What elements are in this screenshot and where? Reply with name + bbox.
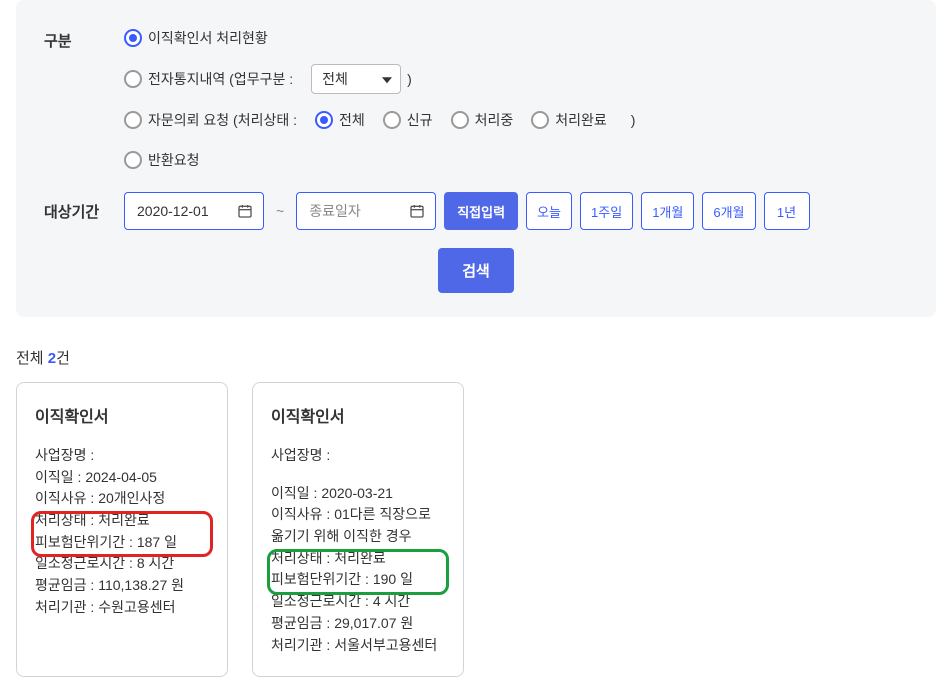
direct-input-button[interactable]: 직접입력	[444, 192, 518, 230]
select-value: 전체	[322, 69, 348, 89]
radio-icon	[383, 111, 401, 129]
preset-6month[interactable]: 6개월	[702, 192, 755, 230]
gubun-content: 이직확인서 처리현황 전자통지내역 (업무구분 : 전체 ) 자문의뢰 요청 (…	[124, 24, 908, 174]
radio-electronic-notice[interactable]: 전자통지내역 (업무구분 :	[124, 69, 293, 89]
status-line: 처리상태 : 처리완료	[271, 548, 445, 570]
leave-date-line: 이직일 : 2024-04-05	[35, 467, 209, 489]
status-sub-radios: 전체 신규 처리중 처리완료 )	[315, 110, 635, 130]
radio-line-3: 자문의뢰 요청 (처리상태 : 전체 신규 처리중	[124, 106, 908, 134]
avg-line: 평균임금 : 110,138.27 원	[35, 575, 209, 597]
end-date-input[interactable]: 종료일자	[296, 192, 436, 230]
date-controls: 2020-12-01 ~ 종료일자 직접입력 오늘 1주일 1개월 6개월 1년	[124, 192, 810, 230]
reason-line: 이직사유 : 20개인사정	[35, 488, 209, 510]
radio-text: 전체	[339, 110, 365, 130]
radio-text: 자문의뢰 요청 (처리상태 :	[148, 110, 297, 130]
status-done[interactable]: 처리완료	[531, 110, 607, 130]
card-title: 이직확인서	[35, 403, 209, 427]
insured-line: 피보험단위기간 : 190 일	[271, 569, 445, 591]
tilde: ~	[276, 203, 284, 219]
search-button[interactable]: 검색	[438, 248, 514, 293]
result-header: 전체 2건	[16, 347, 936, 368]
hours-line: 일소정근로시간 : 4 시간	[271, 591, 445, 613]
radio-line-1: 이직확인서 처리현황	[124, 24, 908, 52]
hours-line: 일소정근로시간 : 8 시간	[35, 553, 209, 575]
radio-text: 전자통지내역 (업무구분 :	[148, 69, 293, 89]
result-card[interactable]: 이직확인서 사업장명 : 이직일 : 2024-04-05 이직사유 : 20개…	[16, 382, 228, 677]
closing-paren: )	[631, 112, 636, 128]
preset-1week[interactable]: 1주일	[580, 192, 633, 230]
radio-text: 신규	[407, 110, 433, 130]
insured-line: 피보험단위기간 : 187 일	[35, 532, 209, 554]
radio-line-4: 반환요청	[124, 146, 908, 174]
start-date-value: 2020-12-01	[137, 203, 209, 219]
cards-container: 이직확인서 사업장명 : 이직일 : 2024-04-05 이직사유 : 20개…	[16, 382, 936, 677]
start-date-input[interactable]: 2020-12-01	[124, 192, 264, 230]
period-label: 대상기간	[44, 201, 124, 222]
radio-icon	[531, 111, 549, 129]
org-line: 처리기관 : 수원고용센터	[35, 597, 209, 619]
radio-text: 처리완료	[555, 110, 607, 130]
gubun-label: 구분	[44, 24, 124, 51]
radio-icon	[124, 70, 142, 88]
radio-icon	[124, 111, 142, 129]
calendar-icon	[409, 203, 425, 219]
radio-icon	[315, 111, 333, 129]
radio-consult-request[interactable]: 자문의뢰 요청 (처리상태 :	[124, 110, 297, 130]
result-card[interactable]: 이직확인서 사업장명 : 이직일 : 2020-03-21 이직사유 : 01다…	[252, 382, 464, 677]
reason-line: 이직사유 : 01다른 직장으로 옮기기 위해 이직한 경우	[271, 504, 445, 547]
closing-paren: )	[407, 71, 412, 87]
status-all[interactable]: 전체	[315, 110, 365, 130]
preset-1year[interactable]: 1년	[764, 192, 810, 230]
status-processing[interactable]: 처리중	[451, 110, 514, 130]
result-count: 2	[48, 350, 56, 367]
avg-line: 평균임금 : 29,017.07 원	[271, 613, 445, 635]
radio-text: 처리중	[475, 110, 514, 130]
radio-text: 반환요청	[148, 150, 200, 170]
leave-date-line: 이직일 : 2020-03-21	[271, 483, 445, 505]
gubun-row: 구분 이직확인서 처리현황 전자통지내역 (업무구분 : 전체 )	[44, 24, 908, 174]
work-type-select[interactable]: 전체	[311, 64, 401, 94]
filter-panel: 구분 이직확인서 처리현황 전자통지내역 (업무구분 : 전체 )	[16, 0, 936, 317]
card-title: 이직확인서	[271, 403, 445, 427]
status-line: 처리상태 : 처리완료	[35, 510, 209, 532]
preset-today[interactable]: 오늘	[526, 192, 572, 230]
radio-processing-status[interactable]: 이직확인서 처리현황	[124, 28, 268, 48]
radio-return-request[interactable]: 반환요청	[124, 150, 200, 170]
radio-icon	[124, 29, 142, 47]
radio-text: 이직확인서 처리현황	[148, 28, 268, 48]
preset-1month[interactable]: 1개월	[641, 192, 694, 230]
search-row: 검색	[44, 248, 908, 293]
biz-name-line: 사업장명 :	[271, 445, 445, 467]
result-suffix: 건	[56, 350, 70, 367]
result-prefix: 전체	[16, 350, 48, 367]
period-row: 대상기간 2020-12-01 ~ 종료일자 직접입력 오늘 1주일 1개월 6…	[44, 192, 908, 230]
radio-icon	[451, 111, 469, 129]
status-new[interactable]: 신규	[383, 110, 433, 130]
radio-icon	[124, 151, 142, 169]
end-date-placeholder: 종료일자	[309, 201, 361, 221]
calendar-icon	[237, 203, 253, 219]
biz-name-line: 사업장명 :	[35, 445, 209, 467]
radio-line-2: 전자통지내역 (업무구분 : 전체 )	[124, 64, 908, 94]
org-line: 처리기관 : 서울서부고용센터	[271, 635, 445, 657]
